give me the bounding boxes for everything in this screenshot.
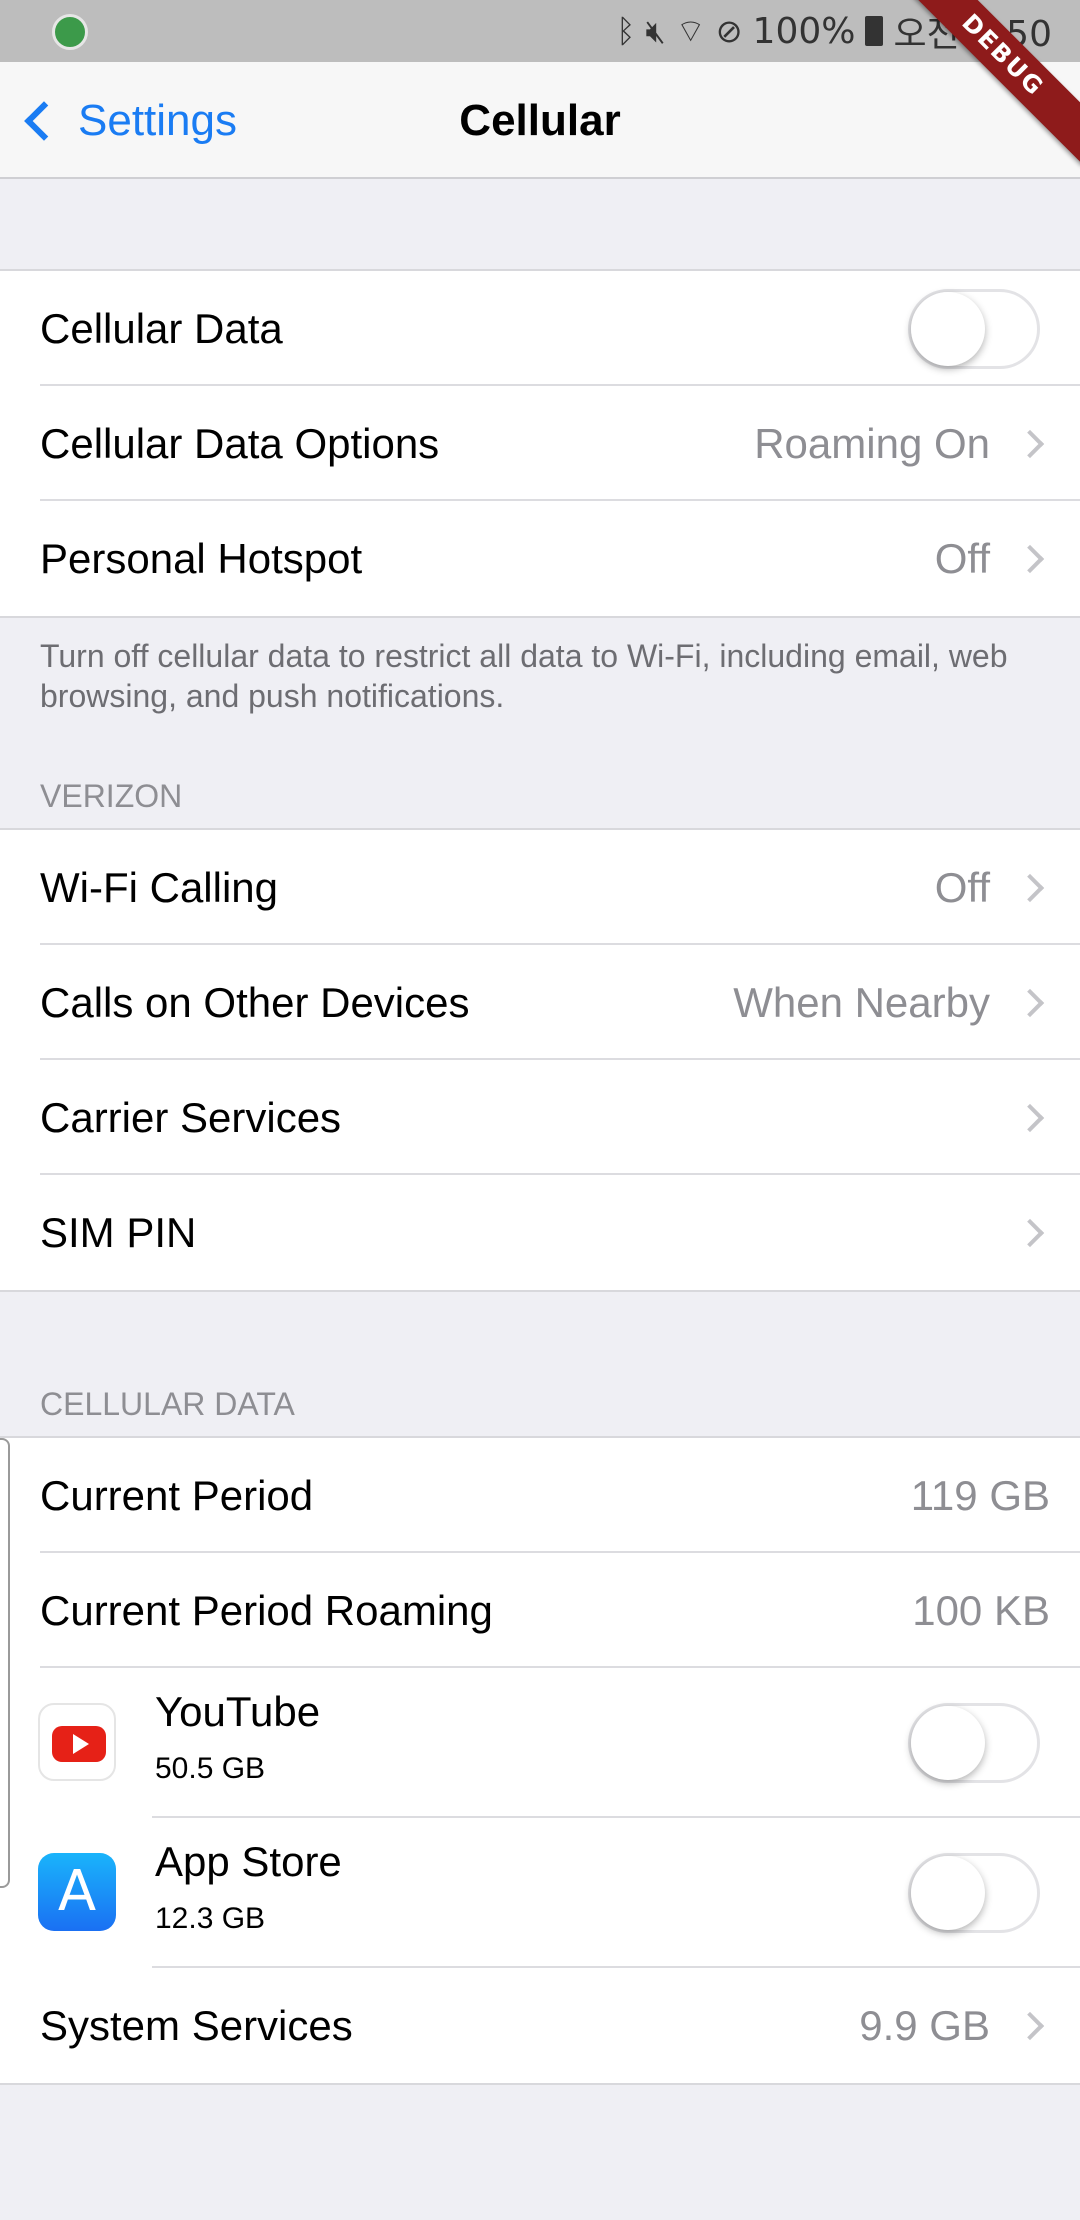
app-name: YouTube: [155, 1688, 321, 1735]
wifi-calling-row[interactable]: Wi-Fi Calling Off: [0, 830, 1080, 945]
status-bar: ᛒ 🔇︎ ⌔ ⊘ 100% 오전 1:50: [0, 0, 1080, 62]
app-store-cellular-toggle[interactable]: [908, 1853, 1040, 1933]
calls-on-other-devices-label: Calls on Other Devices: [40, 978, 470, 1026]
notification-app-icon: [52, 14, 88, 50]
wifi-icon: ⌔: [675, 12, 706, 50]
sim-pin-row[interactable]: SIM PIN: [0, 1175, 1080, 1290]
battery-icon: [865, 16, 884, 46]
youtube-icon: [38, 1703, 116, 1781]
verizon-group: Wi-Fi Calling Off Calls on Other Devices…: [0, 828, 1080, 1292]
chevron-right-icon: [1015, 1218, 1045, 1247]
app-usage: 12.3 GB: [155, 1902, 266, 1935]
calls-on-other-devices-value: When Nearby: [733, 978, 990, 1026]
do-not-disturb-icon: ⊘: [715, 12, 743, 50]
bluetooth-icon: ᛒ: [616, 12, 636, 50]
cellular-data-label: Cellular Data: [40, 304, 283, 352]
app-row-youtube: YouTube 50.5 GB: [0, 1668, 1080, 1818]
cellular-data-section-header: CELLULAR DATA: [40, 1386, 295, 1422]
carrier-services-row[interactable]: Carrier Services: [0, 1060, 1080, 1175]
battery-percent: 100%: [752, 10, 856, 52]
current-period-roaming-row: Current Period Roaming 100 KB: [0, 1553, 1080, 1668]
youtube-play-triangle: [73, 1734, 89, 1754]
youtube-cellular-toggle[interactable]: [908, 1703, 1040, 1783]
cellular-data-options-value: Roaming On: [754, 419, 990, 467]
app-row-app-store: A App Store 12.3 GB: [0, 1818, 1080, 1968]
wifi-calling-value: Off: [934, 863, 990, 911]
chevron-right-icon: [1015, 544, 1045, 573]
cellular-data-row: Cellular Data: [0, 271, 1080, 386]
system-services-value: 9.9 GB: [859, 2001, 990, 2049]
app-store-icon: A: [38, 1853, 116, 1931]
verizon-section-header: VERIZON: [40, 778, 183, 814]
page-title: Cellular: [459, 96, 621, 145]
current-period-roaming-value: 100 KB: [912, 1586, 1050, 1634]
current-period-row: Current Period 119 GB: [0, 1438, 1080, 1553]
cellular-data-usage-group: Current Period 119 GB Current Period Roa…: [0, 1436, 1080, 2085]
cellular-settings-group: Cellular Data Cellular Data Options Roam…: [0, 269, 1080, 618]
chevron-right-icon: [1015, 873, 1045, 902]
cellular-data-note: Turn off cellular data to restrict all d…: [40, 638, 1008, 714]
chevron-right-icon: [1015, 2011, 1045, 2040]
app-usage: 50.5 GB: [155, 1752, 266, 1785]
toggle-knob: [911, 291, 985, 366]
chevron-right-icon: [1015, 429, 1045, 458]
scrollbar[interactable]: [0, 1438, 10, 1888]
cellular-data-toggle[interactable]: [908, 288, 1040, 369]
toggle-knob: [911, 1856, 985, 1930]
sim-pin-label: SIM PIN: [40, 1208, 197, 1256]
system-services-row[interactable]: System Services 9.9 GB: [0, 1968, 1080, 2083]
navigation-bar: Settings Cellular: [0, 62, 1080, 179]
current-period-roaming-label: Current Period Roaming: [40, 1586, 493, 1634]
carrier-services-label: Carrier Services: [40, 1093, 342, 1141]
calls-on-other-devices-row[interactable]: Calls on Other Devices When Nearby: [0, 945, 1080, 1060]
personal-hotspot-row[interactable]: Personal Hotspot Off: [0, 501, 1080, 616]
app-name: App Store: [155, 1838, 342, 1885]
personal-hotspot-label: Personal Hotspot: [40, 534, 363, 582]
system-services-label: System Services: [40, 2001, 353, 2049]
current-period-value: 119 GB: [910, 1471, 1050, 1519]
chevron-right-icon: [1015, 1103, 1045, 1132]
wifi-calling-label: Wi-Fi Calling: [40, 863, 279, 911]
current-period-label: Current Period: [40, 1471, 314, 1519]
cellular-data-options-label: Cellular Data Options: [40, 419, 440, 467]
toggle-knob: [911, 1706, 985, 1780]
mute-icon: 🔇︎: [645, 11, 666, 50]
cellular-data-options-row[interactable]: Cellular Data Options Roaming On: [0, 386, 1080, 501]
chevron-right-icon: [1015, 988, 1045, 1017]
personal-hotspot-value: Off: [934, 534, 990, 582]
